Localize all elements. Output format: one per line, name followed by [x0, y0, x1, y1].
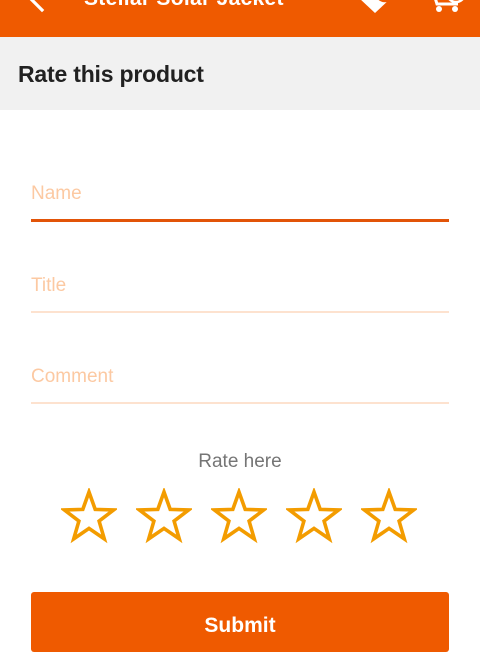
- star-rating: [61, 488, 421, 544]
- comment-underline: [31, 402, 449, 404]
- submit-label: Submit: [204, 614, 276, 637]
- star-3-icon[interactable]: [211, 488, 267, 544]
- rate-label: Rate here: [198, 451, 282, 472]
- name-input[interactable]: [31, 180, 449, 208]
- comment-input[interactable]: [31, 363, 449, 391]
- star-5-icon[interactable]: [361, 488, 417, 544]
- back-arrow-icon[interactable]: [22, 0, 52, 16]
- section-heading: Rate this product: [18, 61, 204, 87]
- comment-field: [31, 363, 449, 404]
- rate-product-header: Rate this product: [0, 37, 480, 110]
- title-field: [31, 272, 449, 313]
- star-1-icon[interactable]: [61, 488, 117, 544]
- page-title: Stellar Solar Jacket: [84, 0, 284, 11]
- submit-button[interactable]: Submit: [31, 592, 449, 652]
- heart-icon[interactable]: [353, 0, 399, 14]
- star-2-icon[interactable]: [136, 488, 192, 544]
- title-input[interactable]: [31, 272, 449, 300]
- name-field: [31, 180, 449, 222]
- app-bar: Stellar Solar Jacket: [0, 0, 480, 37]
- cart-icon[interactable]: [424, 0, 474, 14]
- name-underline: [31, 219, 449, 222]
- title-underline: [31, 311, 449, 313]
- star-4-icon[interactable]: [286, 488, 342, 544]
